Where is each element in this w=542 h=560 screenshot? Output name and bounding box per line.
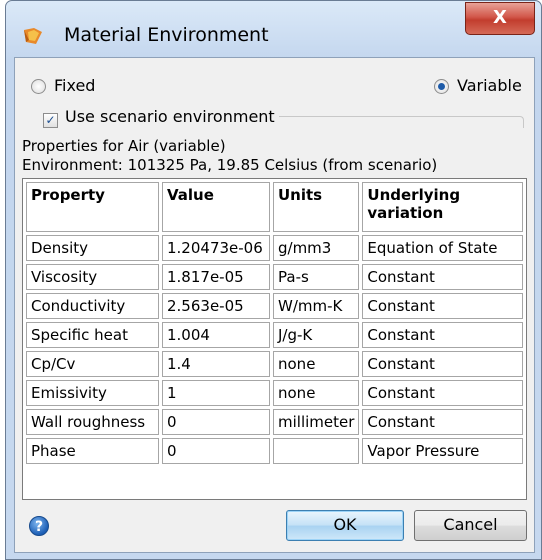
cell-units: W/mm-K [273, 293, 360, 319]
cell-units: g/mm3 [273, 235, 360, 261]
fixed-label: Fixed [54, 76, 96, 95]
cell-variation: Constant [362, 409, 523, 435]
window-title: Material Environment [64, 24, 269, 46]
header-units: Units [273, 182, 360, 232]
cell-variation: Constant [362, 293, 523, 319]
table-row: Phase 0 Vapor Pressure [26, 438, 523, 464]
cell-units: millimeter [273, 409, 360, 435]
properties-table: Property Value Units Underlying variatio… [22, 178, 527, 500]
cell-value: 1.4 [162, 351, 270, 377]
cell-variation: Constant [362, 380, 523, 406]
table-row: Conductivity 2.563e-05 W/mm-K Constant [26, 293, 523, 319]
cell-property: Conductivity [26, 293, 159, 319]
cell-property: Density [26, 235, 159, 261]
use-scenario-label: Use scenario environment [65, 107, 275, 126]
cell-property: Wall roughness [26, 409, 159, 435]
cell-variation: Constant [362, 351, 523, 377]
cell-value: 1.004 [162, 322, 270, 348]
variable-radio[interactable] [434, 79, 449, 94]
cell-value: 1 [162, 380, 270, 406]
cell-property: Phase [26, 438, 159, 464]
cell-property: Specific heat [26, 322, 159, 348]
table-row: Wall roughness 0 millimeter Constant [26, 409, 523, 435]
cell-units: none [273, 380, 360, 406]
cell-variation: Constant [362, 264, 523, 290]
header-property: Property [26, 182, 159, 232]
cell-value: 1.20473e-06 [162, 235, 270, 261]
cell-value: 2.563e-05 [162, 293, 270, 319]
cell-value: 0 [162, 409, 270, 435]
cell-property: Emissivity [26, 380, 159, 406]
close-button[interactable]: X [465, 2, 535, 35]
cell-property: Cp/Cv [26, 351, 159, 377]
dialog-window: Material Environment X Fixed Variable ✓ U… [5, 0, 542, 560]
dialog-body: Fixed Variable ✓ Use scenario environment… [14, 57, 535, 553]
header-underlying-variation: Underlying variation [362, 182, 523, 232]
cell-variation: Vapor Pressure [362, 438, 523, 464]
table-header-row: Property Value Units Underlying variatio… [26, 182, 523, 232]
cell-units [273, 438, 360, 464]
help-icon[interactable]: ? [29, 516, 49, 536]
table-row: Cp/Cv 1.4 none Constant [26, 351, 523, 377]
cell-units: J/g-K [273, 322, 360, 348]
table-row: Emissivity 1 none Constant [26, 380, 523, 406]
cell-property: Viscosity [26, 264, 159, 290]
cell-value: 0 [162, 438, 270, 464]
header-underlying-variation-label: Underlying variation [367, 186, 461, 222]
table-row: Viscosity 1.817e-05 Pa-s Constant [26, 264, 523, 290]
environment-text: Environment: 101325 Pa, 19.85 Celsius (f… [22, 156, 438, 174]
variable-option[interactable]: Variable [434, 76, 522, 95]
cell-variation: Constant [362, 322, 523, 348]
table-row: Density 1.20473e-06 g/mm3 Equation of St… [26, 235, 523, 261]
table-row: Specific heat 1.004 J/g-K Constant [26, 322, 523, 348]
variable-label: Variable [457, 76, 522, 95]
fixed-option[interactable]: Fixed [31, 76, 95, 95]
cell-variation: Equation of State [362, 235, 523, 261]
properties-heading: Properties for Air (variable) [22, 137, 226, 155]
material-app-icon [24, 28, 42, 44]
cell-units: Pa-s [273, 264, 360, 290]
cell-units: none [273, 351, 360, 377]
title-bar[interactable]: Material Environment X [6, 1, 541, 57]
use-scenario-option[interactable]: ✓ Use scenario environment [43, 107, 279, 128]
cell-value: 1.817e-05 [162, 264, 270, 290]
close-icon: X [493, 7, 507, 28]
header-value: Value [162, 182, 270, 232]
ok-button[interactable]: OK [286, 510, 404, 541]
cancel-button[interactable]: Cancel [414, 510, 527, 541]
fixed-radio[interactable] [31, 79, 46, 94]
use-scenario-checkbox[interactable]: ✓ [43, 113, 58, 128]
